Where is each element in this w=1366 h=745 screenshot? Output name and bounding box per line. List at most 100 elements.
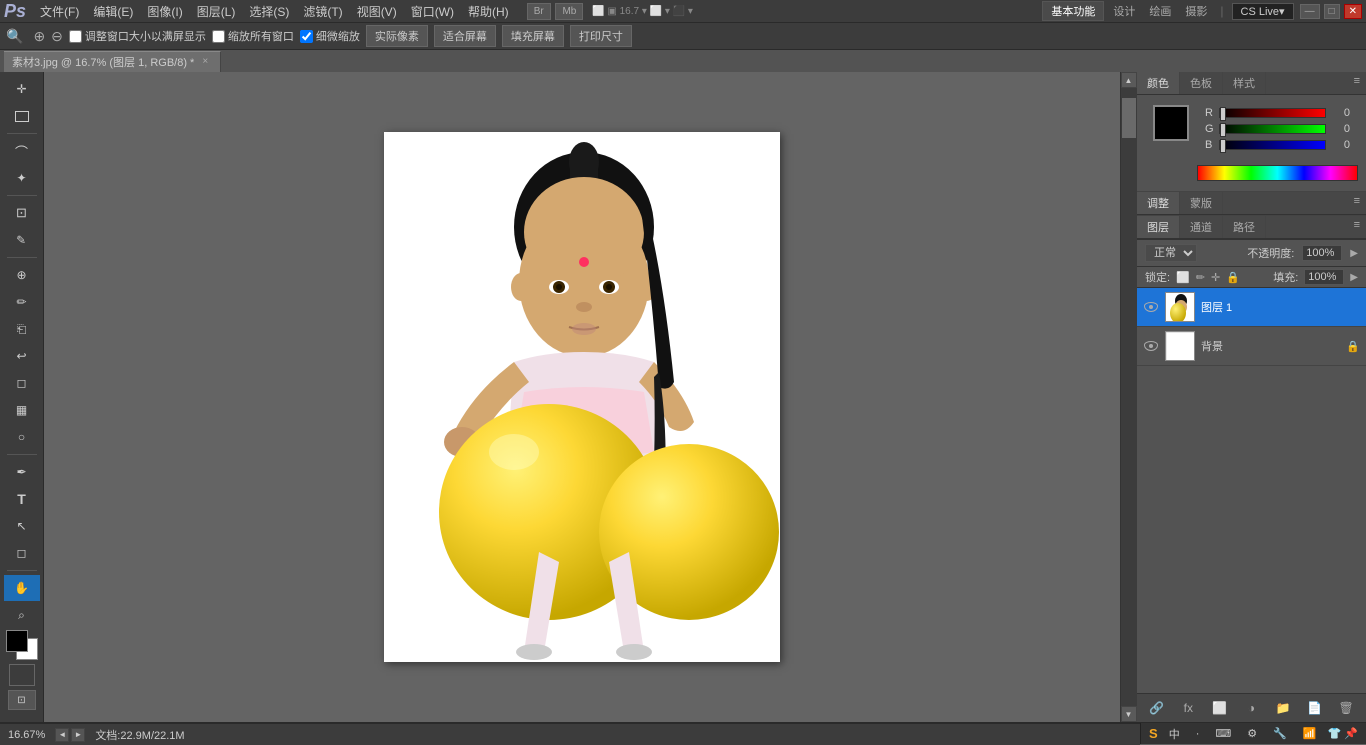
next-arrow[interactable]: ► [71, 728, 85, 742]
bg-visibility[interactable] [1143, 338, 1159, 354]
add-style-btn[interactable]: fx [1177, 698, 1199, 718]
red-thumb[interactable] [1220, 107, 1226, 121]
dodge-btn[interactable]: ○ [4, 424, 40, 450]
layers-panel-menu[interactable]: ≡ [1348, 216, 1366, 238]
scroll-up-arrow[interactable]: ▲ [1121, 72, 1137, 88]
print-size-btn[interactable]: 打印尺寸 [570, 25, 632, 47]
lock-transparent-btn[interactable]: ⬜ [1176, 271, 1190, 284]
actual-pixels-btn[interactable]: 实际像素 [366, 25, 428, 47]
fit-screen-btn[interactable]: 适合屏幕 [434, 25, 496, 47]
zoom-tool-btn[interactable]: ⌕ [4, 602, 40, 628]
menu-image[interactable]: 图像(I) [141, 1, 188, 22]
zoom-all-windows-checkbox[interactable]: 缩放所有窗口 [212, 28, 294, 44]
prev-arrow[interactable]: ◄ [55, 728, 69, 742]
eraser-btn[interactable]: ◻ [4, 370, 40, 396]
clone-stamp-btn[interactable]: ⎗ [4, 316, 40, 342]
scroll-down-arrow[interactable]: ▼ [1121, 706, 1137, 722]
lock-move-btn[interactable]: ✛ [1211, 271, 1220, 284]
history-brush-btn[interactable]: ↩ [4, 343, 40, 369]
tab-masks[interactable]: 蒙版 [1180, 192, 1223, 214]
menu-edit[interactable]: 编辑(E) [87, 1, 139, 22]
layer-mode-select[interactable]: 正常 [1145, 244, 1197, 262]
fill-screen-btn[interactable]: 填充屏幕 [502, 25, 564, 47]
color-spectrum[interactable] [1197, 165, 1358, 181]
screen-mode-btn[interactable]: ⊡ [8, 690, 36, 710]
maximize-btn[interactable]: □ [1324, 4, 1340, 19]
foreground-color-swatch[interactable] [6, 630, 28, 652]
ime-tools-btn[interactable]: 🔧 [1268, 726, 1292, 741]
workspace-paint-btn[interactable]: 绘画 [1144, 2, 1176, 20]
lock-all-btn[interactable]: 🔒 [1226, 271, 1240, 284]
workspace-basic-btn[interactable]: 基本功能 [1042, 1, 1104, 21]
opacity-arrow[interactable]: ▶ [1350, 248, 1358, 259]
shape-tool-btn[interactable]: ◻ [4, 540, 40, 566]
ime-network-btn[interactable]: 📶 [1298, 726, 1322, 741]
zoom-in-icon[interactable]: ⊕ [33, 28, 45, 45]
pen-tool-btn[interactable]: ✒ [4, 459, 40, 485]
move-tool-btn[interactable]: ✛ [4, 76, 40, 102]
tab-channels[interactable]: 通道 [1180, 216, 1223, 238]
green-thumb[interactable] [1220, 123, 1226, 137]
ime-logo[interactable]: S [1149, 726, 1158, 741]
ime-keyboard-btn[interactable]: ⌨ [1210, 726, 1236, 741]
fill-input[interactable] [1304, 269, 1344, 285]
ime-chinese-btn[interactable]: 中 [1164, 725, 1185, 743]
gradient-btn[interactable]: ▦ [4, 397, 40, 423]
foreground-color-box[interactable] [1153, 105, 1189, 141]
blue-thumb[interactable] [1220, 139, 1226, 153]
minimize-btn[interactable]: — [1300, 4, 1320, 19]
hand-tool-btn[interactable]: ✋ [4, 575, 40, 601]
zoom-out-icon[interactable]: ⊖ [51, 28, 63, 45]
type-tool-btn[interactable]: T [4, 486, 40, 512]
menu-select[interactable]: 选择(S) [243, 1, 295, 22]
tab-paths[interactable]: 路径 [1223, 216, 1266, 238]
crop-tool-btn[interactable]: ⊡ [4, 200, 40, 226]
layer-1-visibility[interactable] [1143, 299, 1159, 315]
zoom-tool-icon[interactable]: 🔍 [6, 28, 23, 45]
tab-styles[interactable]: 样式 [1223, 72, 1266, 94]
path-select-btn[interactable]: ↖ [4, 513, 40, 539]
tab-adjustments[interactable]: 调整 [1137, 192, 1180, 214]
green-slider[interactable] [1219, 124, 1326, 134]
ime-dot-btn[interactable]: · [1191, 727, 1205, 741]
menu-file[interactable]: 文件(F) [34, 1, 85, 22]
tab-swatches[interactable]: 色板 [1180, 72, 1223, 94]
menu-view[interactable]: 视图(V) [351, 1, 403, 22]
new-adjustment-btn[interactable]: ◑ [1240, 698, 1262, 718]
menu-filter[interactable]: 滤镜(T) [297, 1, 348, 22]
blue-slider[interactable] [1219, 140, 1326, 150]
fit-window-checkbox[interactable]: 调整窗口大小以满屏显示 [69, 28, 206, 44]
adj-panel-menu[interactable]: ≡ [1348, 192, 1366, 214]
scroll-track[interactable] [1121, 88, 1137, 706]
ime-settings-btn[interactable]: ⚙ [1242, 726, 1262, 741]
tab-color[interactable]: 颜色 [1137, 72, 1180, 94]
eyedropper-btn[interactable]: ✏ [4, 227, 40, 253]
bridge-btn[interactable]: Br [527, 3, 551, 20]
vertical-scrollbar[interactable]: ▲ ▼ [1120, 72, 1136, 722]
new-layer-btn[interactable]: 📄 [1304, 698, 1326, 718]
close-btn[interactable]: ✕ [1344, 4, 1362, 19]
quick-mask-btn[interactable] [9, 664, 35, 686]
link-layers-btn[interactable]: 🔗 [1146, 698, 1168, 718]
fill-arrow[interactable]: ▶ [1350, 272, 1358, 283]
new-group-btn[interactable]: 📁 [1272, 698, 1294, 718]
minibridge-btn[interactable]: Mb [555, 3, 583, 20]
workspace-design-btn[interactable]: 设计 [1108, 2, 1140, 20]
lasso-tool-btn[interactable]: ⌒ [4, 138, 40, 164]
scroll-thumb[interactable] [1122, 98, 1136, 138]
document-tab[interactable]: 素材3.jpg @ 16.7% (图层 1, RGB/8) * × [4, 51, 221, 72]
workspace-photo-btn[interactable]: 摄影 [1180, 2, 1212, 20]
healing-brush-btn[interactable]: ⊕ [4, 262, 40, 288]
menu-help[interactable]: 帮助(H) [462, 1, 515, 22]
layer-item-1[interactable]: 图层 1 [1137, 288, 1366, 327]
layer-item-bg[interactable]: 背景 🔒 [1137, 327, 1366, 366]
menu-layer[interactable]: 图层(L) [191, 1, 242, 22]
color-panel-menu[interactable]: ≡ [1348, 72, 1366, 94]
marquee-tool-btn[interactable] [4, 103, 40, 129]
cs-live-btn[interactable]: CS Live▾ [1232, 3, 1294, 20]
brush-tool-btn[interactable]: ✏ [4, 289, 40, 315]
add-mask-btn[interactable]: ⬜ [1209, 698, 1231, 718]
tab-layers[interactable]: 图层 [1137, 216, 1180, 238]
scrubby-zoom-checkbox[interactable]: 细微缩放 [300, 28, 360, 44]
opacity-input[interactable] [1302, 245, 1342, 261]
